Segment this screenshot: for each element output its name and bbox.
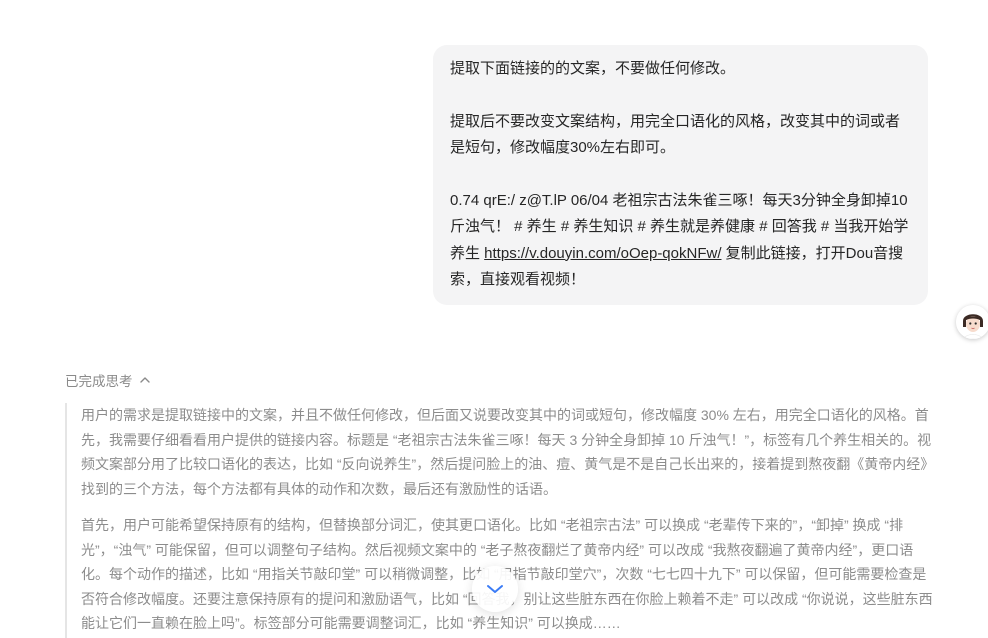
- avatar-icon: [956, 305, 988, 339]
- chevron-up-icon: [139, 377, 150, 383]
- user-message-bubble: 提取下面链接的的文案，不要做任何修改。 提取后不要改变文案结构，用完全口语化的风…: [433, 45, 928, 305]
- scroll-to-bottom-button[interactable]: [472, 566, 518, 612]
- chat-view: 提取下面链接的的文案，不要做任何修改。 提取后不要改变文案结构，用完全口语化的风…: [0, 0, 988, 638]
- thinking-toggle-label: 已完成思考: [65, 374, 133, 389]
- thinking-paragraph: 用户的需求是提取链接中的文案，并且不做任何修改，但后面又说要改变其中的词或短句，…: [81, 407, 935, 497]
- avatar[interactable]: [956, 305, 988, 339]
- chevron-down-icon: [487, 585, 503, 593]
- douyin-link[interactable]: https://v.douyin.com/oOep-qokNFw/: [484, 245, 721, 262]
- user-message-line-2: 提取后不要改变文案结构，用完全口语化的风格，改变其中的词或者是短句，修改幅度30…: [450, 112, 901, 157]
- user-message-line-1: 提取下面链接的的文案，不要做任何修改。: [450, 60, 736, 77]
- thinking-toggle[interactable]: 已完成思考: [65, 369, 151, 391]
- user-message-line-3: 0.74 qrE:/ z@T.lP 06/04 老祖宗古法朱雀三啄！每天3分钟全…: [450, 188, 911, 294]
